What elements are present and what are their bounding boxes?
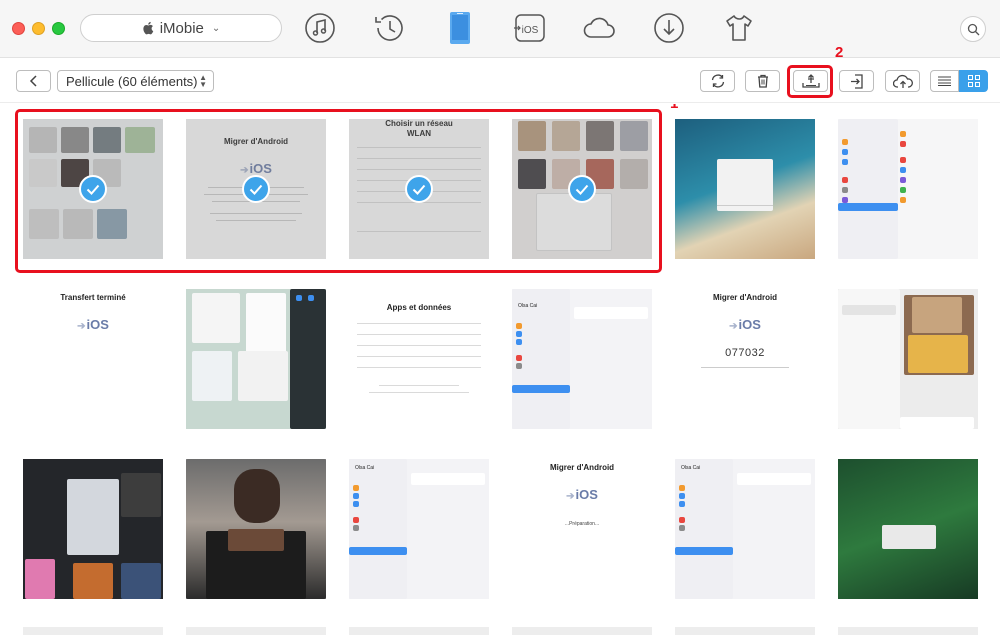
profile-name: Olsa Cai (355, 465, 375, 471)
delete-button[interactable] (745, 70, 780, 92)
photo-thumbnail-partial[interactable] (675, 627, 815, 635)
photo-thumbnail[interactable] (838, 289, 978, 429)
minimize-window-button[interactable] (32, 22, 45, 35)
device-selector[interactable]: iMobie ⌄ (80, 14, 282, 42)
selected-check-icon (79, 175, 107, 203)
photo-thumbnail[interactable] (675, 119, 815, 259)
grid-view-button[interactable] (959, 70, 988, 92)
photo-thumbnail[interactable] (23, 459, 163, 599)
music-note-icon[interactable] (303, 11, 337, 45)
annotation-number-2: 2 (835, 44, 844, 61)
chevron-left-icon (29, 75, 37, 87)
photo-title: Migrer d'Android (712, 293, 778, 302)
download-icon[interactable] (652, 11, 686, 45)
app-window: iMobie ⌄ iOS Pellicule (60 éléments) ▲ ▼… (0, 0, 1000, 635)
photo-thumbnail-partial[interactable] (838, 627, 978, 635)
list-view-icon (938, 76, 951, 86)
device-phone-icon[interactable] (443, 11, 477, 45)
photo-thumbnail[interactable] (186, 459, 326, 599)
apple-icon (143, 21, 153, 35)
photo-thumbnail-partial[interactable] (23, 627, 163, 635)
photo-thumbnail-partial[interactable] (349, 627, 489, 635)
photo-thumbnail[interactable]: Olsa Cai (512, 289, 652, 429)
cloud-icon[interactable] (582, 11, 616, 45)
photo-thumbnail[interactable] (838, 459, 978, 599)
profile-name: Olsa Cai (681, 465, 701, 471)
album-select[interactable]: Pellicule (60 éléments) ▲ ▼ (57, 70, 214, 92)
selected-check-icon (568, 175, 596, 203)
selection-highlight-box (15, 109, 662, 273)
photo-thumbnail[interactable] (186, 289, 326, 429)
annotation-number-1: 1 (670, 104, 678, 112)
import-button[interactable] (839, 70, 874, 92)
refresh-button[interactable] (700, 70, 735, 92)
album-select-label: Pellicule (60 éléments) (66, 73, 198, 89)
toolbar: Pellicule (60 éléments) ▲ ▼ (0, 59, 1000, 103)
photo-thumbnail[interactable] (838, 119, 978, 259)
updown-chevron-icon: ▲ ▼ (199, 73, 207, 89)
list-view-button[interactable] (930, 70, 959, 92)
grid-view-icon (967, 75, 980, 87)
status-text: ...Préparation... (564, 521, 600, 527)
photo-thumbnail[interactable]: Migrer d'Android ➔iOS ...Préparation... (512, 459, 652, 599)
to-ios-icon[interactable]: iOS (513, 11, 547, 45)
search-button[interactable] (960, 16, 986, 42)
svg-text:iOS: iOS (522, 25, 539, 36)
pairing-code: 077032 (725, 347, 765, 359)
search-icon (967, 23, 979, 35)
trash-icon (757, 74, 768, 88)
ios-logo: ➔iOS (77, 317, 109, 332)
back-button[interactable] (16, 70, 51, 92)
selected-check-icon (405, 175, 433, 203)
photo-thumbnail[interactable]: Migrer d'Android ➔iOS 077032 (675, 289, 815, 429)
refresh-icon (711, 74, 724, 88)
selected-check-icon (242, 175, 270, 203)
ios-logo: ➔iOS (729, 317, 761, 332)
photo-thumbnail-partial[interactable] (512, 627, 652, 635)
photo-thumbnail[interactable]: Olsa Cai (675, 459, 815, 599)
device-name: iMobie (159, 19, 204, 37)
photo-thumbnail[interactable]: Olsa Cai (349, 459, 489, 599)
photo-thumbnail-partial[interactable] (186, 627, 326, 635)
photo-thumbnail[interactable]: Transfert terminé ➔iOS (23, 289, 163, 429)
photo-title: Transfert terminé (60, 293, 126, 302)
photo-grid: Migrer d'Android ➔iOS Choisir un réseau … (0, 104, 1000, 635)
photo-title: Apps et données (386, 303, 452, 312)
photo-title: Migrer d'Android (549, 463, 615, 472)
history-icon[interactable] (373, 11, 407, 45)
zoom-window-button[interactable] (52, 22, 65, 35)
ios-logo: ➔iOS (566, 487, 598, 502)
close-window-button[interactable] (12, 22, 25, 35)
title-bar: iMobie ⌄ iOS (0, 0, 1000, 58)
upload-cloud-button[interactable] (885, 70, 920, 92)
chevron-down-icon: ⌄ (211, 22, 221, 34)
tshirt-icon[interactable] (722, 11, 756, 45)
import-icon (850, 73, 863, 89)
photo-thumbnail[interactable]: Apps et données (349, 289, 489, 429)
upload-cloud-icon (892, 74, 913, 88)
profile-name: Olsa Cai (518, 303, 538, 309)
export-highlight-box (787, 65, 833, 98)
